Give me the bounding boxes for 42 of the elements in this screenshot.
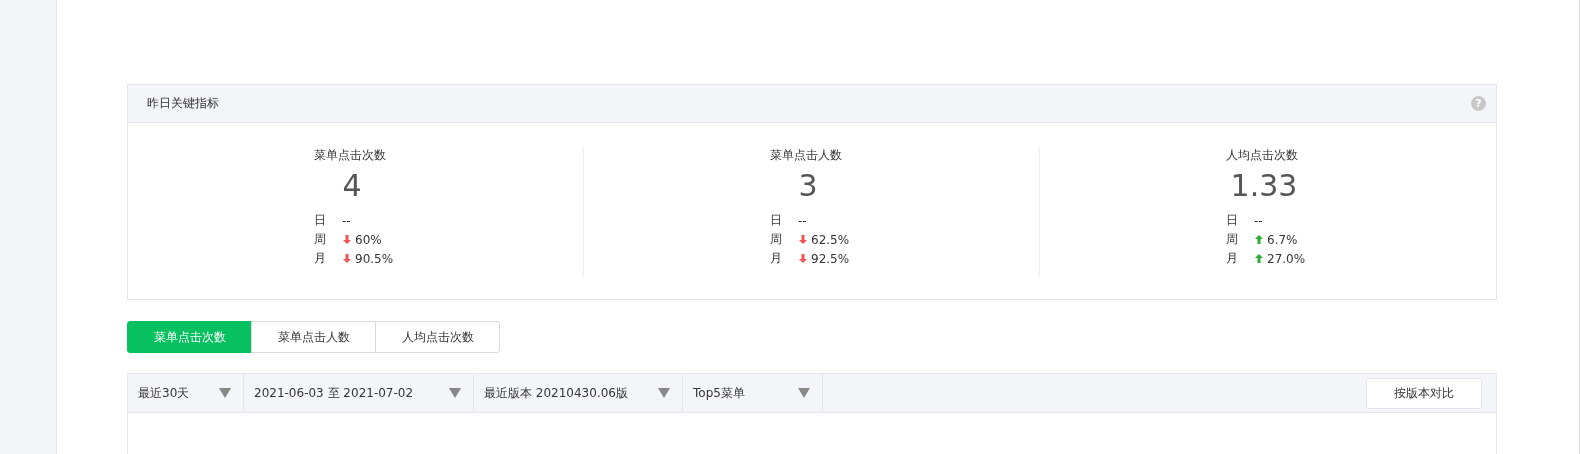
period-label: 周 <box>314 231 327 248</box>
period-label: 日 <box>770 212 783 229</box>
change-value: 27.0% <box>1267 251 1306 266</box>
period-label: 周 <box>770 231 783 248</box>
down-arrow-icon <box>798 253 808 264</box>
metric-value: 4 <box>341 168 363 203</box>
up-arrow-icon <box>1254 253 1264 264</box>
down-arrow-icon <box>798 234 808 245</box>
down-arrow-icon <box>342 234 352 245</box>
period-label: 月 <box>314 250 327 267</box>
metric-label: 菜单点击人数 <box>770 147 843 164</box>
filter-dropdown[interactable]: 最近版本 20210430.06版 <box>474 374 683 412</box>
change-value: 90.5% <box>355 251 394 266</box>
caret-icon <box>219 388 231 398</box>
tab[interactable]: 菜单点击人数 <box>251 321 376 353</box>
period-label: 月 <box>1226 250 1239 267</box>
metric-value: 3 <box>797 168 819 203</box>
period-label: 周 <box>1226 231 1239 248</box>
card-title: 昨日关键指标 <box>147 95 219 112</box>
change-value: -- <box>342 213 351 228</box>
change-value: 6.7% <box>1267 232 1298 247</box>
filter-dropdown[interactable]: Top5菜单 <box>683 374 823 412</box>
down-arrow-icon <box>342 253 352 264</box>
period-label: 日 <box>314 212 327 229</box>
metric-label: 人均点击次数 <box>1226 147 1299 164</box>
up-arrow-icon <box>1254 234 1264 245</box>
change-value: 60% <box>355 232 382 247</box>
caret-icon <box>449 388 461 398</box>
change-value: -- <box>798 213 807 228</box>
period-label: 月 <box>770 250 783 267</box>
compare-button[interactable]: 按版本对比 <box>1366 377 1482 409</box>
change-value: -- <box>1254 213 1263 228</box>
change-value: 92.5% <box>811 251 850 266</box>
filter-dropdown[interactable]: 2021-06-03 至 2021-07-02 <box>244 374 474 412</box>
metric-label: 菜单点击次数 <box>314 147 387 164</box>
caret-icon <box>658 388 670 398</box>
change-value: 62.5% <box>811 232 850 247</box>
metric-value: 1.33 <box>1229 168 1299 203</box>
caret-icon <box>798 388 810 398</box>
tab[interactable]: 人均点击次数 <box>375 321 500 353</box>
filter-dropdown[interactable]: 最近30天 <box>128 374 244 412</box>
period-label: 日 <box>1226 212 1239 229</box>
